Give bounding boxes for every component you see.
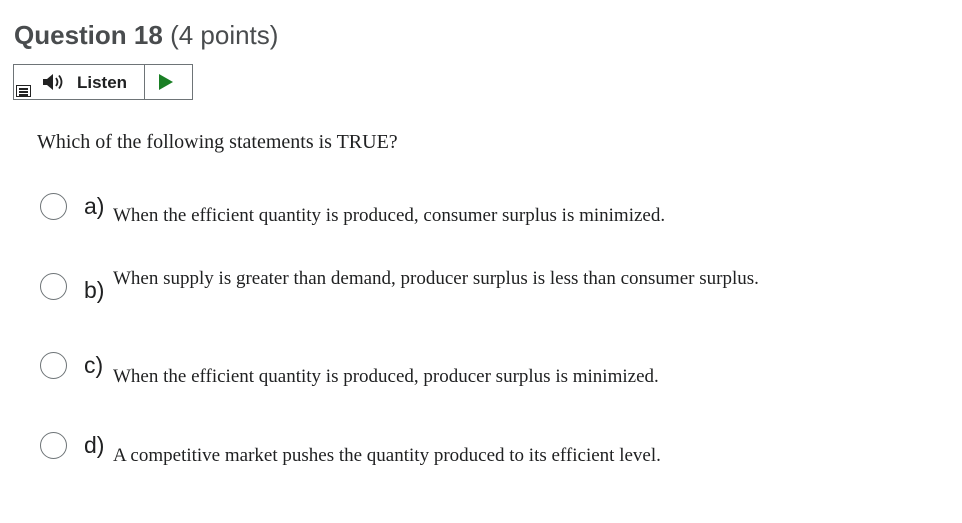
option-text: When supply is greater than demand, prod… xyxy=(113,268,759,289)
question-points: (4 points) xyxy=(170,20,279,50)
play-icon[interactable] xyxy=(159,74,173,90)
question-prompt: Which of the following statements is TRU… xyxy=(37,131,398,153)
toolbar-divider xyxy=(144,65,145,99)
answer-option-c[interactable]: c) When the efficient quantity is produc… xyxy=(40,350,940,390)
option-letter: c) xyxy=(84,352,104,378)
option-letter: d) xyxy=(84,432,105,458)
radio-button[interactable] xyxy=(40,193,67,220)
answer-option-d[interactable]: d) A competitive market pushes the quant… xyxy=(40,430,940,470)
menu-icon[interactable] xyxy=(16,85,31,97)
option-text: A competitive market pushes the quantity… xyxy=(113,445,661,466)
option-text: When the efficient quantity is produced,… xyxy=(113,205,666,226)
option-letter: a) xyxy=(84,193,105,219)
question-header: Question 18 (4 points) xyxy=(14,18,278,52)
radio-button[interactable] xyxy=(40,432,67,459)
option-text: When the efficient quantity is produced,… xyxy=(113,366,659,387)
listen-button[interactable]: Listen xyxy=(77,73,127,93)
listen-toolbar: Listen xyxy=(13,64,193,100)
answer-option-b[interactable]: b) When supply is greater than demand, p… xyxy=(40,266,940,306)
speaker-icon xyxy=(43,74,63,90)
answer-option-a[interactable]: a) When the efficient quantity is produc… xyxy=(40,190,940,230)
radio-button[interactable] xyxy=(40,273,67,300)
question-title: Question 18 xyxy=(14,20,163,50)
radio-button[interactable] xyxy=(40,352,67,379)
option-letter: b) xyxy=(84,277,105,303)
